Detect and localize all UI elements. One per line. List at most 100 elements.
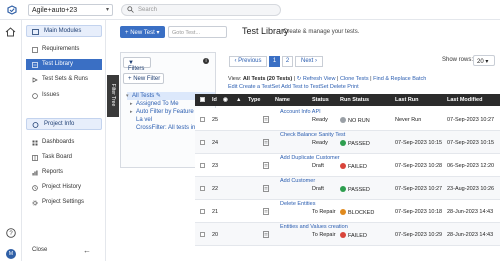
print-link[interactable]: Print <box>347 84 358 90</box>
column-header-run-status[interactable]: Run Status <box>340 97 369 103</box>
app-logo-icon[interactable] <box>7 5 17 15</box>
table-row[interactable]: 21 Delete Entities To Repair BLOCKED 07-Sep-… <box>195 200 500 223</box>
page-subtitle: Create & manage your tests. <box>283 29 360 35</box>
row-id[interactable]: 25 <box>212 117 218 123</box>
sidebar-item-project-history[interactable]: Project History <box>26 182 102 193</box>
test-name-link[interactable]: Account Info API <box>280 109 321 116</box>
next-label: Next <box>300 58 314 64</box>
passed-status-icon <box>340 140 346 146</box>
table-row[interactable]: 24 Check Balance Sanity Test Ready PASSED 07… <box>195 131 500 154</box>
eye-icon[interactable]: ◉ <box>223 97 228 103</box>
info-icon[interactable]: i <box>203 58 209 64</box>
run-status-label: FAILED <box>348 233 367 239</box>
blocked-status-icon <box>340 209 346 215</box>
test-name-link[interactable]: Add Duplicate Customer <box>280 155 340 162</box>
project-info-header[interactable]: Project Info <box>26 118 102 130</box>
new-filter-button[interactable]: + New Filter <box>123 73 164 84</box>
run-status: PASSED <box>340 186 370 193</box>
row-id[interactable]: 20 <box>212 232 218 238</box>
row-checkbox[interactable] <box>200 163 205 168</box>
select-all-checkbox[interactable] <box>200 97 205 102</box>
column-header-type[interactable]: Type <box>248 97 260 103</box>
svg-text:?: ? <box>9 231 13 237</box>
sidebar-item-requirements[interactable]: Requirements <box>26 44 102 55</box>
test-name-link[interactable]: Delete Entities <box>280 201 315 208</box>
project-info-label: Project Info <box>44 121 75 127</box>
sidebar-item-dashboards[interactable]: Dashboards <box>26 137 102 148</box>
sidebar-item-issues[interactable]: Issues <box>26 90 102 101</box>
sidebar-item-test-library[interactable]: Test Library <box>26 59 102 70</box>
column-header-id[interactable]: Id <box>212 97 217 103</box>
next-page-button[interactable]: Next › <box>295 56 323 67</box>
test-name-link[interactable]: Check Balance Sanity Test <box>280 132 345 139</box>
clone-tests-link[interactable]: Clone Tests <box>340 76 369 82</box>
home-icon[interactable] <box>5 27 16 37</box>
task-board-icon <box>32 155 38 161</box>
failed-status-icon <box>340 163 346 169</box>
last-run: 07-Sep-2023 10:18 <box>395 209 443 215</box>
filter-tree-tab-label: Filter Tree <box>110 83 116 107</box>
find-replace-link[interactable]: Find & Replace <box>373 76 411 82</box>
caret-right-icon: ▸ <box>130 101 133 107</box>
column-header-last-modified[interactable]: Last Modified <box>447 97 482 103</box>
table-row[interactable]: 23 Add Duplicate Customer Draft FAILED 07-Se… <box>195 154 500 177</box>
column-header-name[interactable]: Name <box>275 97 290 103</box>
batch-link[interactable]: Batch <box>412 76 426 82</box>
run-status: BLOCKED <box>340 209 374 216</box>
plus-icon: + <box>125 30 129 36</box>
chevron-down-icon: ▾ <box>156 30 160 36</box>
page-1-button[interactable]: 1 <box>269 56 280 67</box>
sidebar-item-label: Project History <box>42 184 82 190</box>
column-header-last-run[interactable]: Last Run <box>395 97 419 103</box>
tree-node-label: Assigned To Me <box>136 101 179 107</box>
filters-button[interactable]: ▼ Filters <box>123 57 151 72</box>
row-checkbox[interactable] <box>200 232 205 237</box>
row-checkbox[interactable] <box>200 209 205 214</box>
new-test-button[interactable]: + New Test ▾ <box>120 26 165 38</box>
main-modules-header[interactable]: Main Modules <box>26 25 102 37</box>
run-status: FAILED <box>340 232 367 239</box>
last-modified: 28-Jun-2023 14:43 <box>447 232 494 238</box>
global-search-input[interactable]: Search <box>121 4 281 16</box>
row-checkbox[interactable] <box>200 117 205 122</box>
create-testset-link[interactable]: Create a TestSet <box>239 84 280 90</box>
caret-down-icon: ▾ <box>126 93 129 99</box>
goto-test-input[interactable]: Goto Test... <box>168 26 227 38</box>
user-avatar[interactable]: M <box>6 249 16 259</box>
run-status-label: PASSED <box>348 141 370 147</box>
previous-label: Previous <box>238 58 262 64</box>
test-library-icon <box>32 62 38 68</box>
previous-page-button[interactable]: ‹ Previous <box>229 56 267 67</box>
add-to-testset-link[interactable]: Add Test to TestSet <box>281 84 328 90</box>
row-id[interactable]: 24 <box>212 140 218 146</box>
row-id[interactable]: 21 <box>212 209 218 215</box>
show-rows-select[interactable]: 20 ▾ <box>473 55 495 66</box>
close-sidebar-button[interactable]: Close ← <box>32 246 92 255</box>
run-status-label: NO RUN <box>348 118 370 124</box>
test-status: Draft <box>312 163 324 169</box>
table-row[interactable]: 22 Add Customer Draft PASSED 07-Sep-2023 10:… <box>195 177 500 200</box>
table-row[interactable]: 25 Account Info API Ready NO RUN Never Run 07… <box>195 108 500 131</box>
sidebar-item-project-settings[interactable]: Project Settings <box>26 197 102 208</box>
column-header-status[interactable]: Status <box>312 97 329 103</box>
row-checkbox[interactable] <box>200 186 205 191</box>
sidebar-item-task-board[interactable]: Task Board <box>26 152 102 163</box>
table-row[interactable]: 20 Entities and Values creation To Repair F… <box>195 223 500 246</box>
help-icon[interactable]: ? <box>6 228 16 238</box>
last-run: Never Run <box>395 117 422 123</box>
test-name-link[interactable]: Entities and Values creation <box>280 224 348 231</box>
row-checkbox[interactable] <box>200 140 205 145</box>
refresh-icon[interactable]: ↻ <box>297 76 302 82</box>
row-id[interactable]: 22 <box>212 186 218 192</box>
delete-link[interactable]: Delete <box>330 84 346 90</box>
test-name-link[interactable]: Add Customer <box>280 178 315 185</box>
edit-link[interactable]: Edit <box>228 84 237 90</box>
test-sets-icon <box>32 77 38 83</box>
sidebar-item-reports[interactable]: Reports <box>26 167 102 178</box>
page-2-button[interactable]: 2 <box>282 56 293 67</box>
filter-tree-tab[interactable]: Filter Tree <box>107 75 119 117</box>
project-selector[interactable]: Agile+auto+23 ▾ <box>28 4 113 16</box>
row-id[interactable]: 23 <box>212 163 218 169</box>
sidebar-item-test-sets-runs[interactable]: Test Sets & Runs <box>26 74 102 85</box>
refresh-view-link[interactable]: Refresh View <box>303 76 336 82</box>
